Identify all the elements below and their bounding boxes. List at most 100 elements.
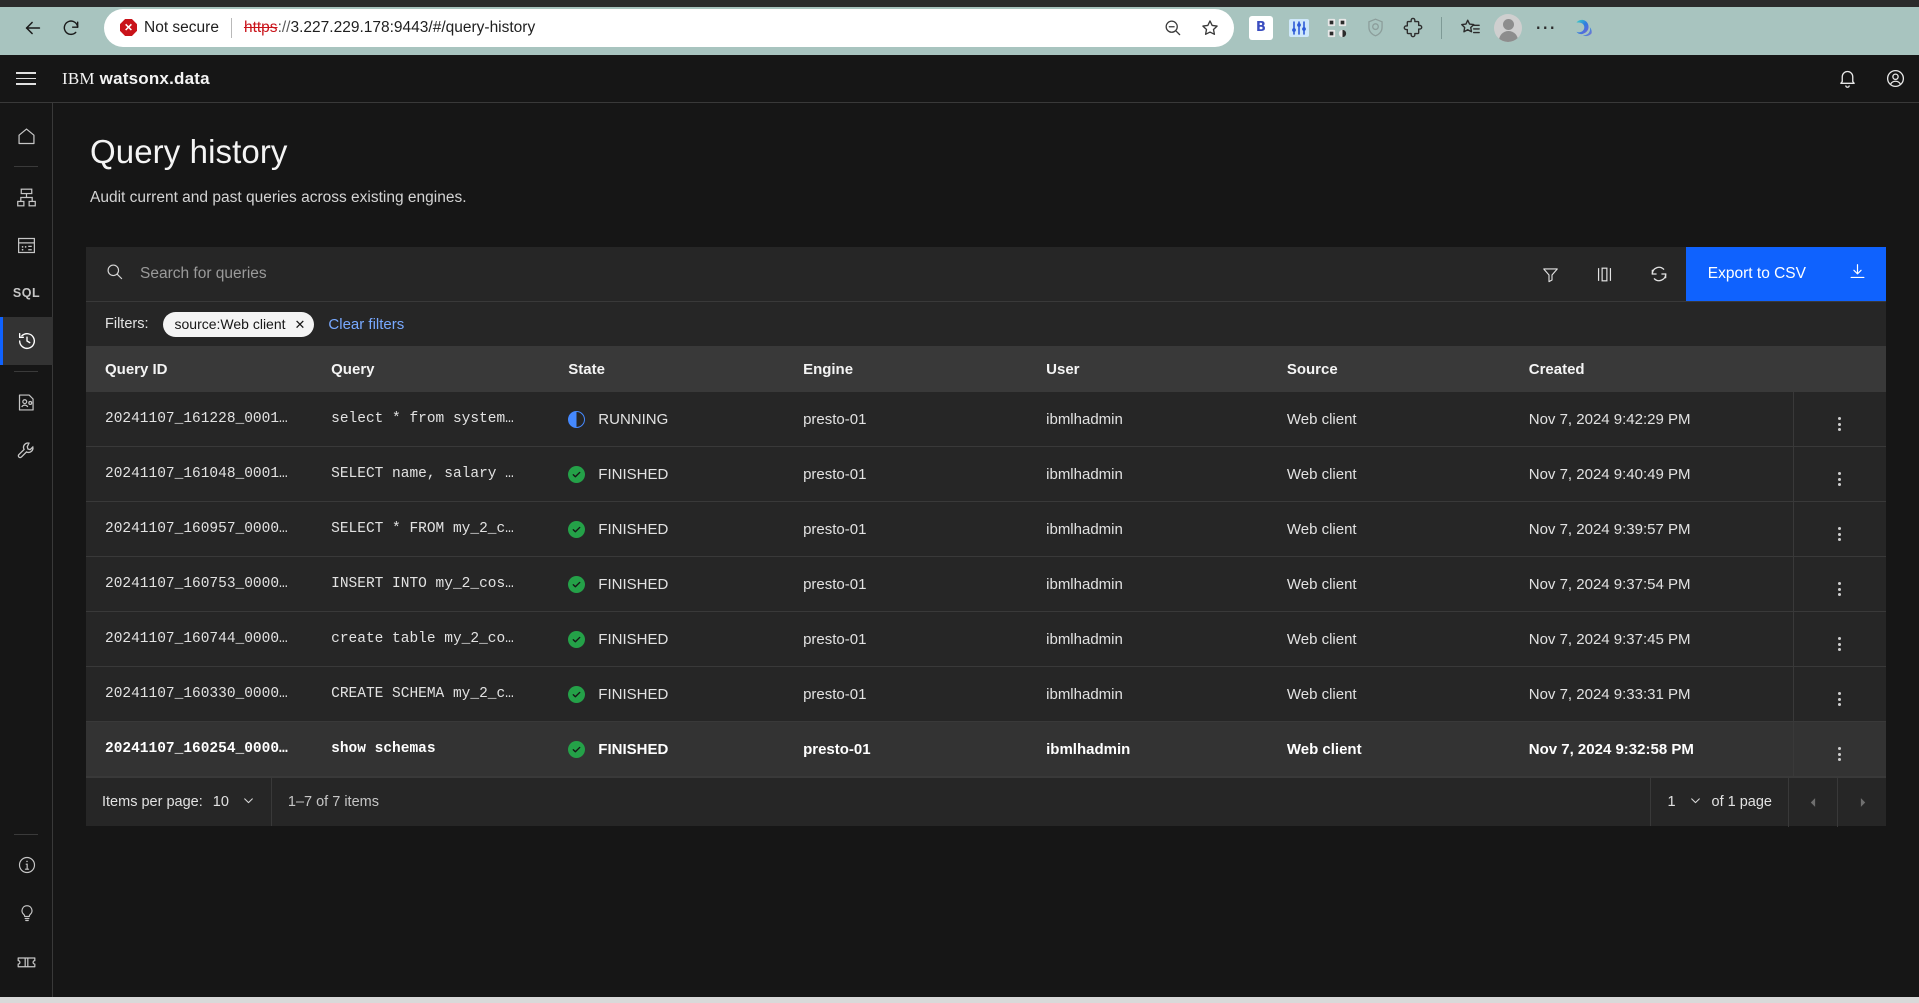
cell-user: ibmlhadmin	[1038, 721, 1279, 777]
table-row[interactable]: 20241107_160254_0000… show schemas FINISHE…	[86, 721, 1886, 777]
extension-toolbar: B ⋯	[1244, 11, 1601, 45]
table-row[interactable]: 20241107_160753_0000… INSERT INTO my_2_co…	[86, 556, 1886, 612]
cell-query: SELECT name, salary …	[323, 446, 561, 502]
cell-source: Web client	[1278, 666, 1521, 722]
filter-icon[interactable]	[1524, 247, 1578, 301]
cell-engine: presto-01	[795, 721, 1039, 777]
sidebar-item-infrastructure[interactable]	[0, 173, 53, 221]
security-indicator[interactable]: ✕ Not secure	[120, 19, 219, 37]
cell-query[interactable]: show schemas	[323, 721, 561, 777]
left-nav-rail: SQL	[0, 103, 53, 1003]
cell-engine: presto-01	[795, 501, 1039, 557]
collections-icon[interactable]	[1453, 11, 1487, 45]
table-row[interactable]: 20241107_160957_0000… SELECT * FROM my_2_…	[86, 501, 1886, 557]
cell-engine: presto-01	[795, 392, 1039, 447]
items-per-page-control[interactable]: Items per page: 10	[86, 778, 272, 826]
bitwarden-extension-icon[interactable]: B	[1244, 11, 1278, 45]
sidebar-item-sql[interactable]: SQL	[0, 269, 53, 317]
sidebar-item-support[interactable]	[0, 937, 53, 985]
url-scheme: https	[243, 18, 278, 36]
caret-left-icon[interactable]	[1788, 777, 1837, 827]
refresh-icon[interactable]	[1632, 247, 1686, 301]
equalizer-extension-icon[interactable]	[1282, 11, 1316, 45]
user-avatar-icon[interactable]	[1871, 55, 1919, 103]
total-pages-label: of 1 page	[1711, 794, 1772, 810]
items-per-page-select[interactable]: 10	[213, 794, 255, 811]
table-header-row: Query ID Query State Engine User Source …	[86, 346, 1886, 392]
cell-user: ibmlhadmin	[1038, 556, 1279, 612]
shield-extension-icon[interactable]	[1358, 11, 1392, 45]
sidebar-item-about[interactable]	[0, 841, 53, 889]
column-header-engine[interactable]: Engine	[795, 346, 1039, 392]
table-row[interactable]: 20241107_160330_0000… CREATE SCHEMA my_2_…	[86, 666, 1886, 722]
bell-icon[interactable]	[1823, 55, 1871, 103]
status-finished-icon	[568, 465, 586, 483]
overflow-menu-icon[interactable]	[1792, 392, 1886, 447]
column-header-query[interactable]: Query	[323, 346, 561, 392]
table-row[interactable]: 20241107_160744_0000… create table my_2_c…	[86, 611, 1886, 667]
copilot-icon[interactable]	[1567, 11, 1601, 45]
cell-state: FINISHED	[560, 666, 796, 722]
column-header-created[interactable]: Created	[1520, 346, 1794, 392]
cell-created: Nov 7, 2024 9:39:57 PM	[1520, 501, 1794, 557]
hamburger-menu-icon[interactable]	[0, 55, 52, 103]
qr-code-extension-icon[interactable]	[1320, 11, 1354, 45]
sidebar-item-access-control[interactable]	[0, 378, 53, 426]
state-label: RUNNING	[598, 410, 669, 428]
sidebar-item-home[interactable]	[0, 112, 53, 160]
zoom-out-icon[interactable]	[1156, 12, 1188, 44]
star-icon[interactable]	[1194, 12, 1226, 44]
search-input[interactable]	[140, 265, 1524, 283]
more-options-icon[interactable]: ⋯	[1529, 11, 1563, 45]
reload-icon[interactable]	[52, 9, 90, 47]
overflow-menu-icon[interactable]	[1792, 556, 1886, 612]
back-arrow-icon[interactable]	[14, 9, 52, 47]
filters-label: Filters:	[105, 316, 149, 332]
close-icon[interactable]: ✕	[295, 318, 306, 331]
filters-row: Filters: source:Web client ✕ Clear filte…	[86, 302, 1886, 346]
export-to-csv-button[interactable]: Export to CSV	[1685, 247, 1886, 301]
cell-created: Nov 7, 2024 9:33:31 PM	[1520, 666, 1794, 722]
brand-title[interactable]: IBM watsonx.data	[52, 69, 210, 89]
column-header-source[interactable]: Source	[1278, 346, 1521, 392]
page-number-select[interactable]: 1	[1667, 794, 1701, 811]
rail-divider-3	[14, 834, 38, 835]
overflow-menu-icon[interactable]	[1792, 446, 1886, 502]
column-header-query-id[interactable]: Query ID	[86, 346, 324, 392]
sidebar-item-configurations[interactable]	[0, 426, 53, 474]
pagination-bar: Items per page: 10 1–7 of 7 items 1 of 1…	[86, 777, 1886, 827]
cell-created: Nov 7, 2024 9:40:49 PM	[1520, 446, 1794, 502]
column-header-user[interactable]: User	[1038, 346, 1279, 392]
caret-right-icon[interactable]	[1837, 777, 1886, 827]
cell-source: Web client	[1278, 501, 1521, 557]
items-per-page-label: Items per page:	[102, 794, 203, 810]
overflow-menu-icon[interactable]	[1792, 611, 1886, 667]
sidebar-item-whats-new[interactable]	[0, 889, 53, 937]
clear-filters-link[interactable]: Clear filters	[328, 316, 404, 333]
cell-engine: presto-01	[795, 556, 1039, 612]
url-text: https://3.227.229.178:9443/#/query-histo…	[244, 19, 535, 37]
table-row[interactable]: 20241107_161228_0001… select * from syste…	[86, 392, 1886, 447]
overflow-menu-icon[interactable]	[1792, 721, 1886, 777]
url-path: 3.227.229.178:9443/#/query-history	[290, 18, 536, 36]
cell-state: FINISHED	[560, 721, 796, 777]
table-body: 20241107_161228_0001… select * from syste…	[86, 392, 1886, 777]
overflow-menu-icon[interactable]	[1792, 666, 1886, 722]
sidebar-item-sql-label: SQL	[12, 286, 41, 300]
page-number-control[interactable]: 1 of 1 page	[1650, 778, 1788, 826]
puzzle-extensions-icon[interactable]	[1396, 11, 1430, 45]
overflow-menu-icon[interactable]	[1792, 501, 1886, 557]
sidebar-item-query-history[interactable]	[0, 317, 53, 365]
column-settings-icon[interactable]	[1578, 247, 1632, 301]
cell-created: Nov 7, 2024 9:37:45 PM	[1520, 611, 1794, 667]
column-header-state[interactable]: State	[560, 346, 796, 392]
profile-avatar[interactable]	[1491, 11, 1525, 45]
sidebar-item-data-manager[interactable]	[0, 221, 53, 269]
cell-user: ibmlhadmin	[1038, 501, 1279, 557]
filter-chip-source[interactable]: source:Web client ✕	[162, 311, 315, 337]
query-history-table: Query ID Query State Engine User Source …	[86, 346, 1886, 777]
address-bar[interactable]: ✕ Not secure https://3.227.229.178:9443/…	[104, 8, 1234, 47]
table-row[interactable]: 20241107_161048_0001… SELECT name, salary…	[86, 446, 1886, 502]
cell-engine: presto-01	[795, 446, 1039, 502]
chevron-down-icon	[242, 794, 255, 811]
